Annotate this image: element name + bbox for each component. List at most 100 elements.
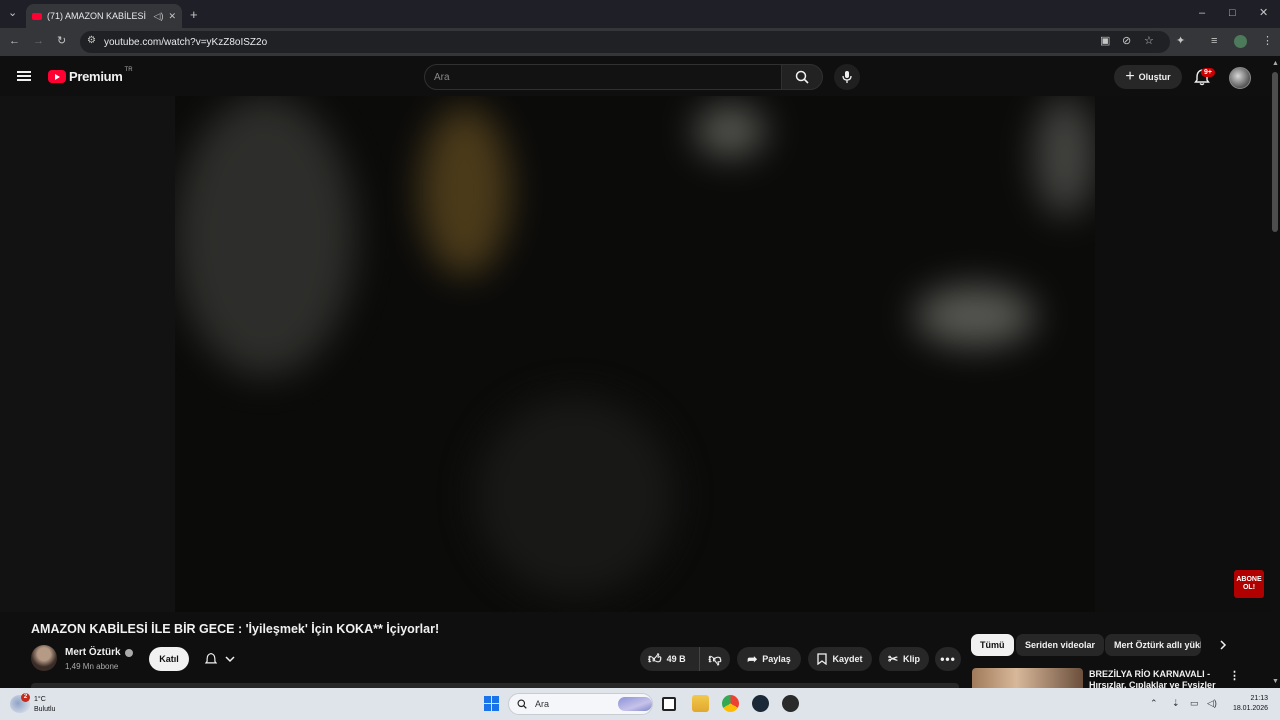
channel-name[interactable]: Mert Öztürk (65, 647, 121, 658)
scroll-up-arrow-icon[interactable]: ▲ (1272, 60, 1279, 67)
like-count: 49 B (666, 654, 686, 664)
share-label: Paylaş (762, 654, 791, 664)
recommendation-thumbnail[interactable] (972, 668, 1083, 688)
eye-off-icon[interactable]: ⊘ (1122, 36, 1131, 47)
video-blur-region (695, 106, 765, 156)
bookmark-star-icon[interactable]: ☆ (1144, 36, 1154, 47)
minimize-window-icon[interactable]: – (1199, 8, 1205, 19)
more-actions-button[interactable]: ••• (935, 647, 961, 671)
verified-badge-icon (125, 649, 133, 657)
share-button[interactable]: ➦ Paylaş (737, 647, 801, 671)
scroll-thumb[interactable] (1272, 72, 1278, 232)
create-button[interactable]: + Oluştur (1114, 65, 1182, 89)
search-icon (517, 699, 527, 709)
bookmark-icon (817, 653, 828, 665)
taskbar-search-placeholder: Ara (535, 699, 550, 709)
start-button-windows-icon[interactable] (484, 696, 499, 711)
scroll-down-arrow-icon[interactable]: ▼ (1272, 678, 1279, 685)
create-label: Oluştur (1138, 72, 1171, 82)
page-scrollbar[interactable]: ▲ ▼ (1270, 56, 1280, 688)
app-icon[interactable] (782, 695, 799, 712)
subscription-bell-button[interactable] (196, 647, 242, 671)
task-view-icon[interactable] (662, 697, 676, 711)
chevron-right-icon (1220, 640, 1227, 650)
thumbs-down-icon: 👎︎ (708, 651, 722, 666)
dislike-button[interactable]: 👎︎ (700, 647, 730, 671)
volume-icon[interactable]: ◁) (1207, 698, 1217, 709)
browser-menu-icon[interactable]: ⋮ (1262, 36, 1273, 47)
forward-icon[interactable]: → (33, 36, 44, 47)
player-letterbox-left (0, 96, 175, 612)
close-window-icon[interactable]: ✕ (1259, 8, 1268, 19)
chip-series-videos[interactable]: Seriden videolar (1016, 634, 1105, 656)
video-player[interactable] (0, 96, 1270, 612)
chip-channel-uploads[interactable]: Mert Öztürk adlı yükle (1105, 634, 1201, 656)
search-button[interactable] (781, 64, 823, 90)
player-letterbox-right (1095, 96, 1270, 612)
extensions-icon[interactable]: ✦ (1176, 36, 1185, 47)
weather-widget[interactable]: 2 1°C Bulutlu (8, 692, 68, 716)
account-avatar[interactable] (1229, 67, 1251, 89)
video-frame[interactable] (175, 96, 1095, 612)
video-title: AMAZON KABİLESİ İLE BİR GECE : 'İyileşme… (31, 622, 440, 636)
subscribe-overlay-badge[interactable]: ABONE OL! (1234, 570, 1264, 598)
windows-taskbar: 2 1°C Bulutlu Ara ⌃ ⇣ ▭ ◁) 21:13 18.01.2… (0, 688, 1280, 720)
chip-all[interactable]: Tümü (971, 634, 1014, 656)
guide-menu-icon[interactable] (17, 71, 31, 81)
clock[interactable]: 21:13 18.01.2026 (1222, 694, 1268, 714)
recommendation-menu-icon[interactable]: ⋮ (1229, 669, 1240, 682)
video-blur-region (475, 396, 675, 596)
scissors-icon: ✂ (887, 652, 899, 666)
video-blur-region (175, 96, 355, 376)
reading-list-icon[interactable]: ≡ (1211, 36, 1217, 47)
profile-icon[interactable] (1234, 35, 1247, 48)
search-input[interactable] (425, 65, 781, 89)
plus-icon: + (1125, 68, 1135, 85)
voice-search-button[interactable] (834, 64, 860, 90)
more-horizontal-icon: ••• (940, 652, 956, 666)
taskbar-search[interactable]: Ara (508, 693, 653, 715)
tab-search-chevron-icon[interactable]: ⌄ (8, 8, 17, 19)
save-button[interactable]: Kaydet (808, 647, 872, 671)
channel-avatar[interactable] (31, 645, 57, 671)
search-highlight-image (618, 697, 652, 711)
join-button[interactable]: Katıl (149, 647, 189, 671)
chrome-icon[interactable] (722, 695, 739, 712)
site-info-icon[interactable]: ⚙ (87, 36, 96, 46)
network-icon[interactable]: ⇣ (1172, 698, 1180, 709)
maximize-window-icon[interactable]: □ (1229, 8, 1236, 19)
browser-tab-active[interactable]: (71) AMAZON KABİLESİ İLE ◁) ✕ (26, 4, 182, 28)
save-label: Kaydet (832, 654, 863, 664)
bell-icon (204, 652, 217, 664)
chevron-down-icon (224, 656, 235, 663)
video-blur-region (420, 106, 510, 276)
file-explorer-icon[interactable] (692, 695, 709, 712)
like-button[interactable]: 👍︎ 49 B (640, 647, 700, 671)
search-box (424, 64, 782, 90)
logo-wordmark: Premium (69, 69, 123, 84)
address-bar[interactable]: ⚙ youtube.com/watch?v=yKzZ8oISZ2o ▣ ⊘ ☆ (80, 31, 1170, 53)
chips-next-button[interactable] (1212, 634, 1234, 656)
tab-audio-icon[interactable]: ◁) (154, 11, 164, 22)
clock-time: 21:13 (1250, 695, 1268, 702)
url-text: youtube.com/watch?v=yKzZ8oISZ2o (104, 36, 268, 48)
new-tab-icon[interactable]: + (190, 8, 198, 21)
recommendation-title[interactable]: BREZİLYA RİO KARNAVALI - Hırsızlar, Çıpl… (1089, 669, 1224, 688)
tab-title: (71) AMAZON KABİLESİ İLE (47, 11, 149, 21)
youtube-premium-logo[interactable]: Premium TR (48, 66, 133, 84)
tab-close-icon[interactable]: ✕ (168, 11, 176, 22)
youtube-favicon-icon (32, 12, 42, 20)
temperature: 1°C (34, 696, 46, 703)
tray-overflow-chevron-icon[interactable]: ⌃ (1150, 698, 1158, 709)
youtube-header: Premium TR + Oluştur (0, 56, 1280, 96)
back-icon[interactable]: ← (9, 36, 20, 47)
logo-region: TR (124, 66, 133, 73)
cast-icon[interactable]: ▣ (1100, 36, 1110, 47)
clip-button[interactable]: ✂ Klip (879, 647, 929, 671)
browser-toolbar: ← → ↻ ⚙ youtube.com/watch?v=yKzZ8oISZ2o … (0, 28, 1280, 56)
reload-icon[interactable]: ↻ (57, 36, 66, 47)
youtube-play-icon (48, 70, 66, 83)
steam-icon[interactable] (752, 695, 769, 712)
video-blur-region (1035, 96, 1095, 216)
display-icon[interactable]: ▭ (1190, 698, 1199, 709)
